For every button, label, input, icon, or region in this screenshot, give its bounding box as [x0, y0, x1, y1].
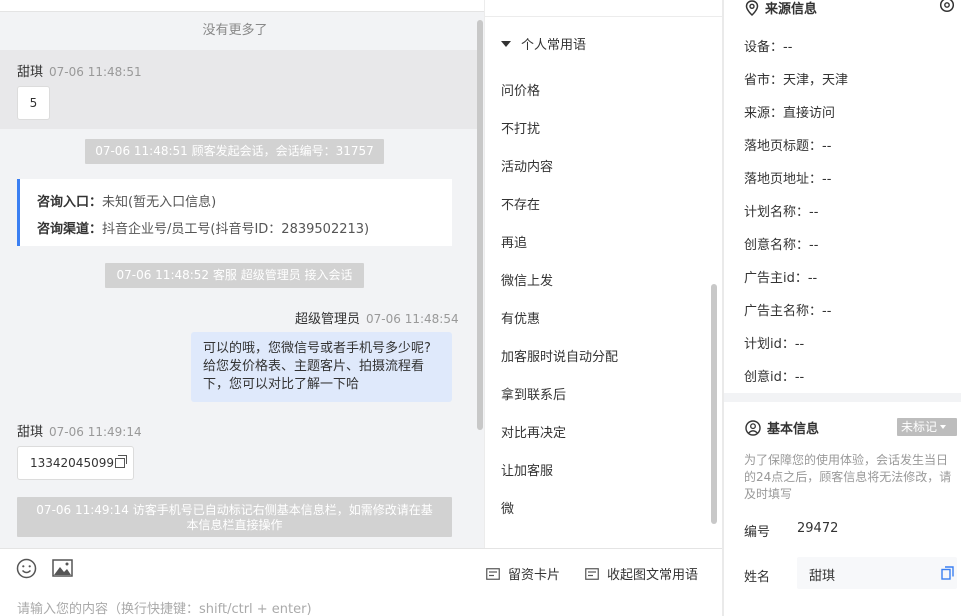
source-field-plan-id: 计划id：--	[744, 337, 805, 352]
tag-select[interactable]: 未标记	[897, 418, 957, 436]
section-separator	[724, 393, 961, 402]
common-phrases-panel: 个人常用语 问价格 不打扰 活动内容 不存在 再追 微信上发 有优惠 加客服时说…	[484, 0, 722, 548]
image-icon[interactable]	[52, 559, 73, 577]
copy-icon[interactable]	[941, 566, 954, 580]
message-input[interactable]: 请输入您的内容（换行快捷键：shift/ctrl + enter)	[17, 598, 312, 616]
settings-icon[interactable]	[939, 0, 955, 13]
customer-message-bubble: 13342045099	[17, 446, 134, 480]
system-line: 本信息栏直接操作	[186, 518, 283, 532]
basic-info-title-text: 基本信息	[767, 422, 820, 437]
phrase-item[interactable]: 拿到联系后	[501, 384, 566, 403]
phrase-item[interactable]: 让加客服	[501, 460, 553, 479]
phrases-group-toggle[interactable]: 个人常用语	[501, 34, 586, 53]
phrase-item[interactable]: 微信上发	[501, 270, 553, 289]
system-message: 07-06 11:48:51 顾客发起会话，会话编号：31757	[85, 139, 384, 164]
tag-select-value: 未标记	[901, 420, 938, 434]
source-field-landing-url: 落地页地址：--	[744, 172, 832, 187]
phrase-item[interactable]: 问价格	[501, 80, 540, 99]
name-field[interactable]: 甜琪	[797, 557, 957, 589]
chat-topbar	[0, 0, 484, 12]
source-info-title: 来源信息	[745, 0, 817, 17]
source-field-advertiser-id: 广告主id：--	[744, 271, 818, 286]
message-time: 07-06 11:48:54	[366, 312, 459, 326]
caret-down-icon	[940, 425, 947, 429]
id-label: 编号	[744, 525, 771, 540]
chat-scrollbar[interactable]	[477, 20, 483, 430]
consult-channel: 咨询渠道：抖音企业号/员工号(抖音号ID：2839502213)	[37, 216, 452, 243]
phrase-item[interactable]: 不打扰	[501, 118, 540, 137]
id-value: 29472	[797, 521, 839, 536]
customer-info-panel: 来源信息 设备：-- 省市：天津，天津 来源：直接访问 落地页标题：-- 落地页…	[724, 0, 961, 616]
sender-name: 超级管理员	[295, 312, 361, 327]
system-line: 07-06 11:49:14 访客手机号已自动标记右侧基本信息栏，如需修改请在基	[36, 503, 433, 517]
lead-card-button[interactable]: 留资卡片	[486, 564, 560, 583]
phrase-item[interactable]: 再追	[501, 232, 527, 251]
lead-card-label: 留资卡片	[508, 568, 561, 583]
message-line: 下，您可以对比了解一下哈	[203, 377, 360, 392]
message-time: 07-06 11:49:14	[49, 425, 142, 439]
source-field-plan-name: 计划名称：--	[744, 205, 819, 220]
message-line: 可以的哦，您微信号或者手机号多少呢?	[203, 341, 431, 356]
phrase-item[interactable]: 对比再决定	[501, 422, 566, 441]
phrases-scrollbar[interactable]	[711, 284, 717, 524]
message-sender: 甜琪 07-06 11:48:51	[17, 61, 142, 80]
name-value: 甜琪	[809, 569, 836, 584]
phrase-item[interactable]: 有优惠	[501, 308, 540, 327]
phrase-item[interactable]: 活动内容	[501, 156, 553, 175]
customer-message-bubble: 5	[17, 86, 50, 120]
message-time: 07-06 11:48:51	[49, 65, 142, 79]
phrases-group-title: 个人常用语	[521, 38, 587, 53]
consult-entry: 咨询入口：未知(暂无入口信息)	[37, 189, 452, 216]
phrase-item[interactable]: 微	[501, 498, 514, 517]
source-field-landing-title: 落地页标题：--	[744, 139, 832, 154]
chat-panel: 没有更多了 甜琪 07-06 11:48:51 5 07-06 11:48:51 …	[0, 0, 484, 548]
source-field-device: 设备：--	[744, 40, 793, 55]
emoji-icon[interactable]	[16, 558, 37, 579]
phrase-item[interactable]: 加客服时说自动分配	[501, 346, 618, 365]
basic-info-title: 基本信息	[745, 418, 819, 437]
message-input-area: 留资卡片 收起图文常用语 请输入您的内容（换行快捷键：shift/ctrl + …	[0, 548, 722, 616]
channel-value: 抖音企业号/员工号(抖音号ID：2839502213)	[102, 222, 370, 237]
source-field-creative-name: 创意名称：--	[744, 238, 819, 253]
sender-name: 甜琪	[17, 425, 44, 440]
collapse-phrases-label: 收起图文常用语	[607, 568, 699, 583]
source-field-source: 来源：直接访问	[744, 106, 836, 121]
phrases-divider	[485, 16, 722, 17]
card-icon	[486, 568, 500, 580]
message-sender: 甜琪 07-06 11:49:14	[17, 421, 142, 440]
collapse-phrases-button[interactable]: 收起图文常用语	[585, 564, 698, 583]
message-line: 给您发价格表、主题客片、拍摄流程看	[203, 359, 425, 374]
source-field-creative-id: 创意id：--	[744, 370, 805, 385]
name-label: 姓名	[744, 570, 771, 585]
source-field-advertiser-name: 广告主名称：--	[744, 304, 832, 319]
no-more-hint: 没有更多了	[202, 23, 268, 38]
system-message: 07-06 11:48:52 客服 超级管理员 接入会话	[105, 263, 364, 288]
channel-label: 咨询渠道：	[37, 222, 103, 237]
sender-name: 甜琪	[17, 65, 44, 80]
copy-icon[interactable]	[114, 455, 127, 468]
entry-label: 咨询入口：	[37, 195, 103, 210]
location-pin-icon	[745, 0, 759, 16]
agent-message-bubble: 可以的哦，您微信号或者手机号多少呢? 给您发价格表、主题客片、拍摄流程看 下，您…	[191, 332, 452, 402]
system-message: 07-06 11:49:14 访客手机号已自动标记右侧基本信息栏，如需修改请在基…	[17, 497, 452, 537]
entry-value: 未知(暂无入口信息)	[102, 195, 217, 210]
source-info-title-text: 来源信息	[765, 2, 818, 17]
consult-info-card: 咨询入口：未知(暂无入口信息) 咨询渠道：抖音企业号/员工号(抖音号ID：283…	[17, 179, 452, 246]
edit-notice: 为了保障您的使用体验，会话发生当日的24点之后，顾客信息将无法修改，请及时填写	[744, 453, 952, 501]
source-field-region: 省市：天津，天津	[744, 73, 849, 88]
phone-number-text: 13342045099	[30, 456, 114, 470]
phrases-icon	[585, 568, 599, 580]
message-sender: 超级管理员 07-06 11:48:54	[295, 308, 459, 327]
user-icon	[745, 420, 761, 436]
caret-down-icon	[501, 41, 511, 47]
phrase-item[interactable]: 不存在	[501, 194, 540, 213]
